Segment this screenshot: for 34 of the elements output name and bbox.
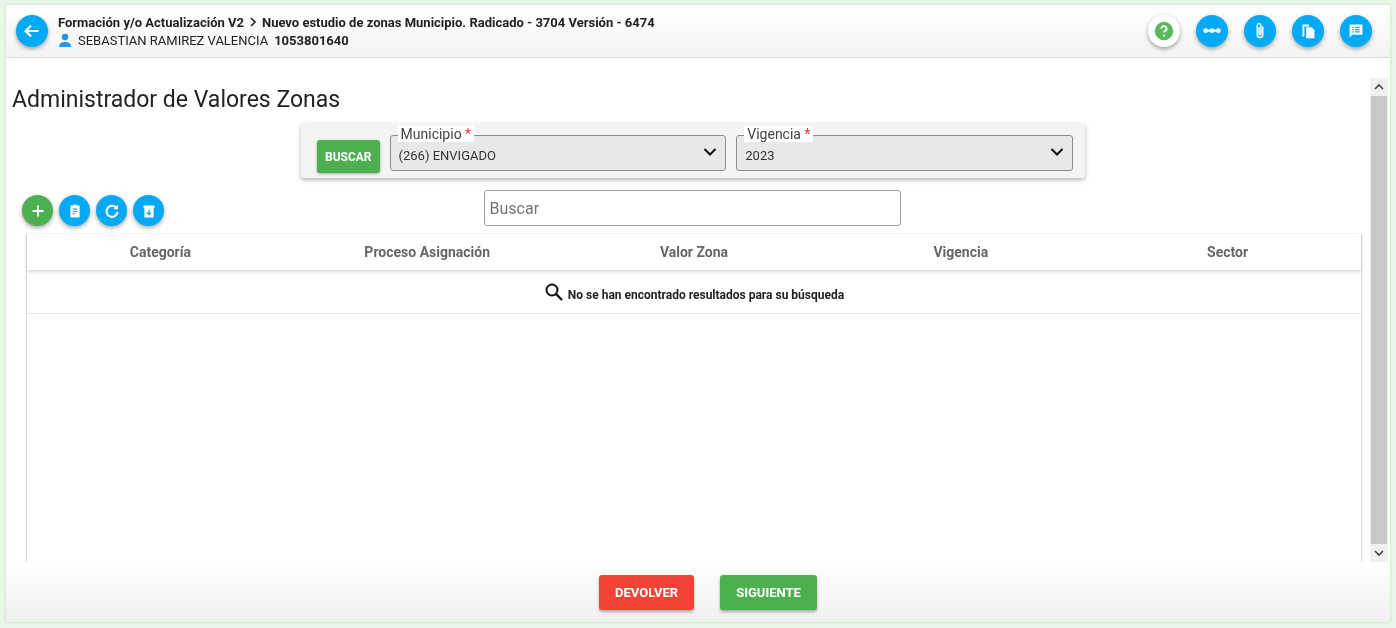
search-field[interactable]: Buscar — [483, 190, 901, 226]
comments-button[interactable] — [1340, 15, 1372, 47]
scroll-up-icon[interactable] — [1374, 83, 1384, 91]
column-header[interactable]: Vigencia — [827, 244, 1095, 260]
page-title: Administrador de Valores Zonas — [12, 86, 342, 113]
chevron-down-icon — [1050, 147, 1064, 157]
column-header[interactable]: Valor Zona — [560, 244, 828, 260]
help-button[interactable] — [1148, 15, 1180, 47]
danger-button[interactable]: DEVOLVER — [599, 574, 695, 610]
breadcrumb-item: Nuevo estudio de zonas Municipio. Radicado - 3704 Versión - 6474 — [261, 14, 655, 30]
attachment-button[interactable] — [1244, 15, 1276, 47]
breadcrumb-item[interactable]: Formación y/o Actualización V2 — [58, 14, 244, 30]
empty-message: No se han encontrado resultados para su búsqueda — [567, 287, 845, 302]
back-button[interactable] — [16, 15, 48, 47]
field-label: Municipio * — [397, 126, 475, 142]
user-name: SEBASTIAN RAMIREZ VALENCIA — [78, 32, 269, 48]
clipboard-button[interactable] — [59, 195, 90, 226]
download-button[interactable] — [133, 195, 164, 226]
person-icon — [58, 33, 72, 47]
column-header[interactable]: Sector — [1094, 244, 1361, 260]
chevron-down-icon — [703, 147, 718, 157]
field-label: Vigencia * — [744, 126, 814, 142]
column-header[interactable]: Proceso Asignación — [293, 244, 561, 260]
chevron-right-icon — [247, 16, 258, 28]
workflow-button[interactable] — [1196, 15, 1228, 47]
dotted-line-icon — [1203, 28, 1221, 34]
scroll-down-icon[interactable] — [1374, 549, 1384, 557]
user-id: 1053801640 — [274, 32, 349, 48]
documents-button[interactable] — [1292, 15, 1324, 47]
refresh-button[interactable] — [96, 195, 127, 226]
add-button[interactable] — [22, 195, 53, 226]
column-header[interactable]: Categoría — [27, 244, 294, 260]
search-icon — [543, 281, 564, 302]
scrollbar[interactable] — [1370, 78, 1388, 562]
